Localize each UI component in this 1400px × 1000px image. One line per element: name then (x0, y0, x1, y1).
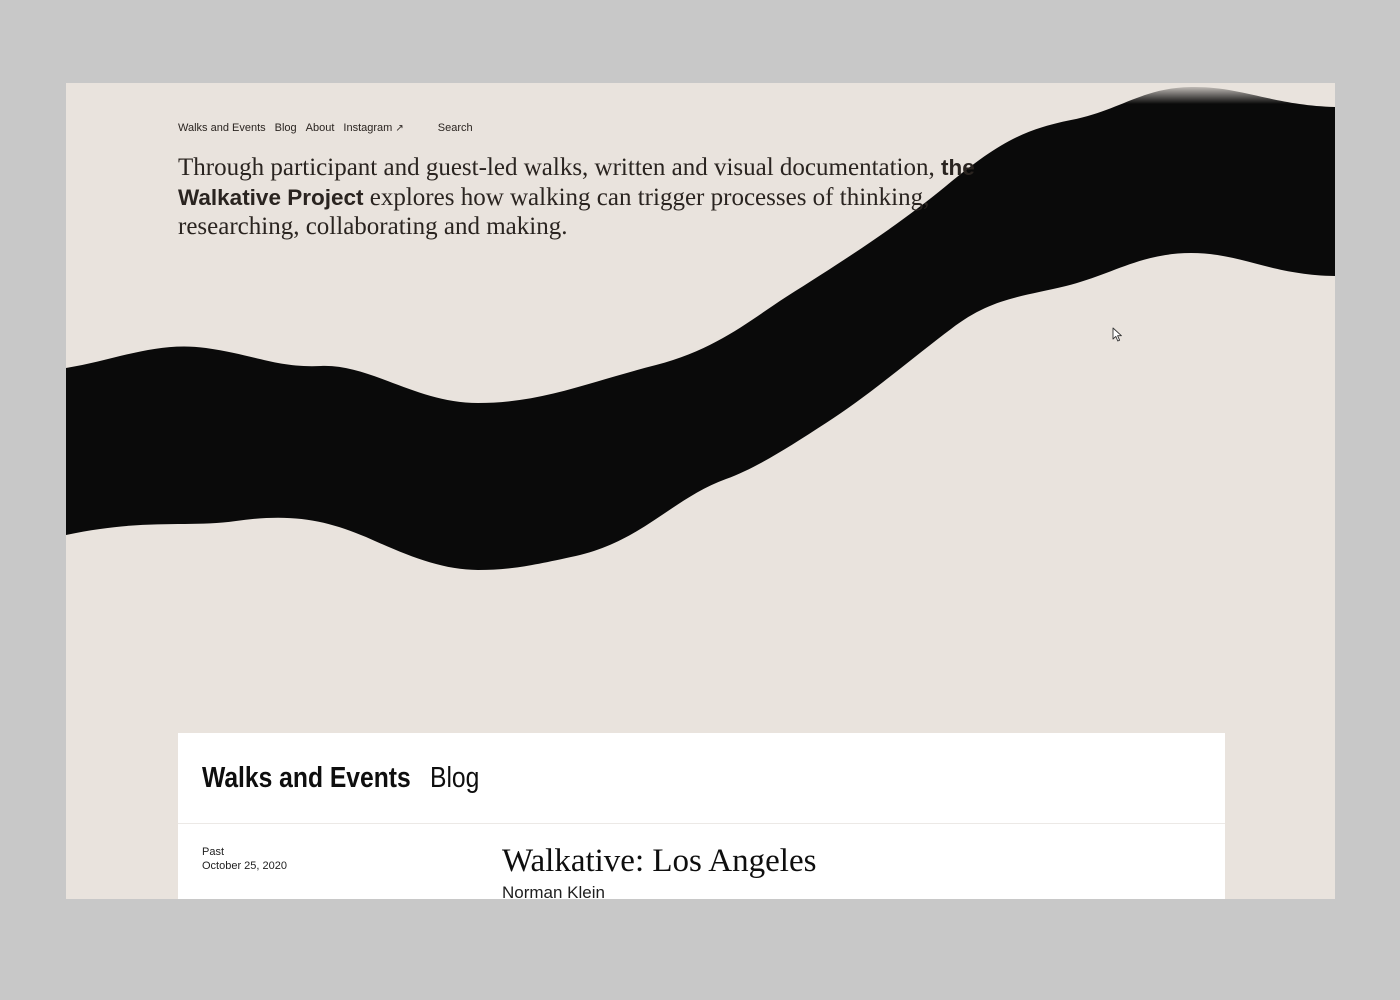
event-title[interactable]: Walkative: Los Angeles (502, 843, 816, 880)
intro-text-before: Through participant and guest-led walks,… (178, 154, 935, 181)
wave-top-fade (66, 83, 1335, 143)
mouse-pointer-icon (1112, 327, 1122, 342)
page-viewport: Walks and Events Blog About Instagram ↗ … (66, 83, 1335, 899)
nav-link-instagram-label: Instagram (343, 122, 393, 134)
tab-blog[interactable]: Blog (430, 762, 479, 795)
intro-statement: Through participant and guest-led walks,… (178, 153, 978, 242)
nav-link-instagram[interactable]: Instagram ↗ (343, 122, 403, 134)
nav-link-about[interactable]: About (306, 122, 335, 134)
search-link[interactable]: Search (438, 122, 473, 134)
event-author: Norman Klein (502, 883, 605, 899)
event-status: Past (202, 846, 225, 858)
content-panel: Walks and Events Blog Past October 25, 2… (178, 733, 1225, 899)
top-navigation: Walks and Events Blog About Instagram ↗ … (178, 122, 473, 134)
external-link-arrow-icon: ↗ (395, 123, 404, 134)
nav-link-blog[interactable]: Blog (275, 122, 297, 134)
event-list-item[interactable]: Past October 25, 2020 Walkative: Los Ang… (178, 824, 1225, 899)
tab-walks-events[interactable]: Walks and Events (202, 762, 411, 795)
event-date: October 25, 2020 (202, 860, 288, 872)
panel-tabs: Walks and Events Blog (178, 733, 1225, 824)
nav-link-walks-events[interactable]: Walks and Events (178, 122, 266, 134)
